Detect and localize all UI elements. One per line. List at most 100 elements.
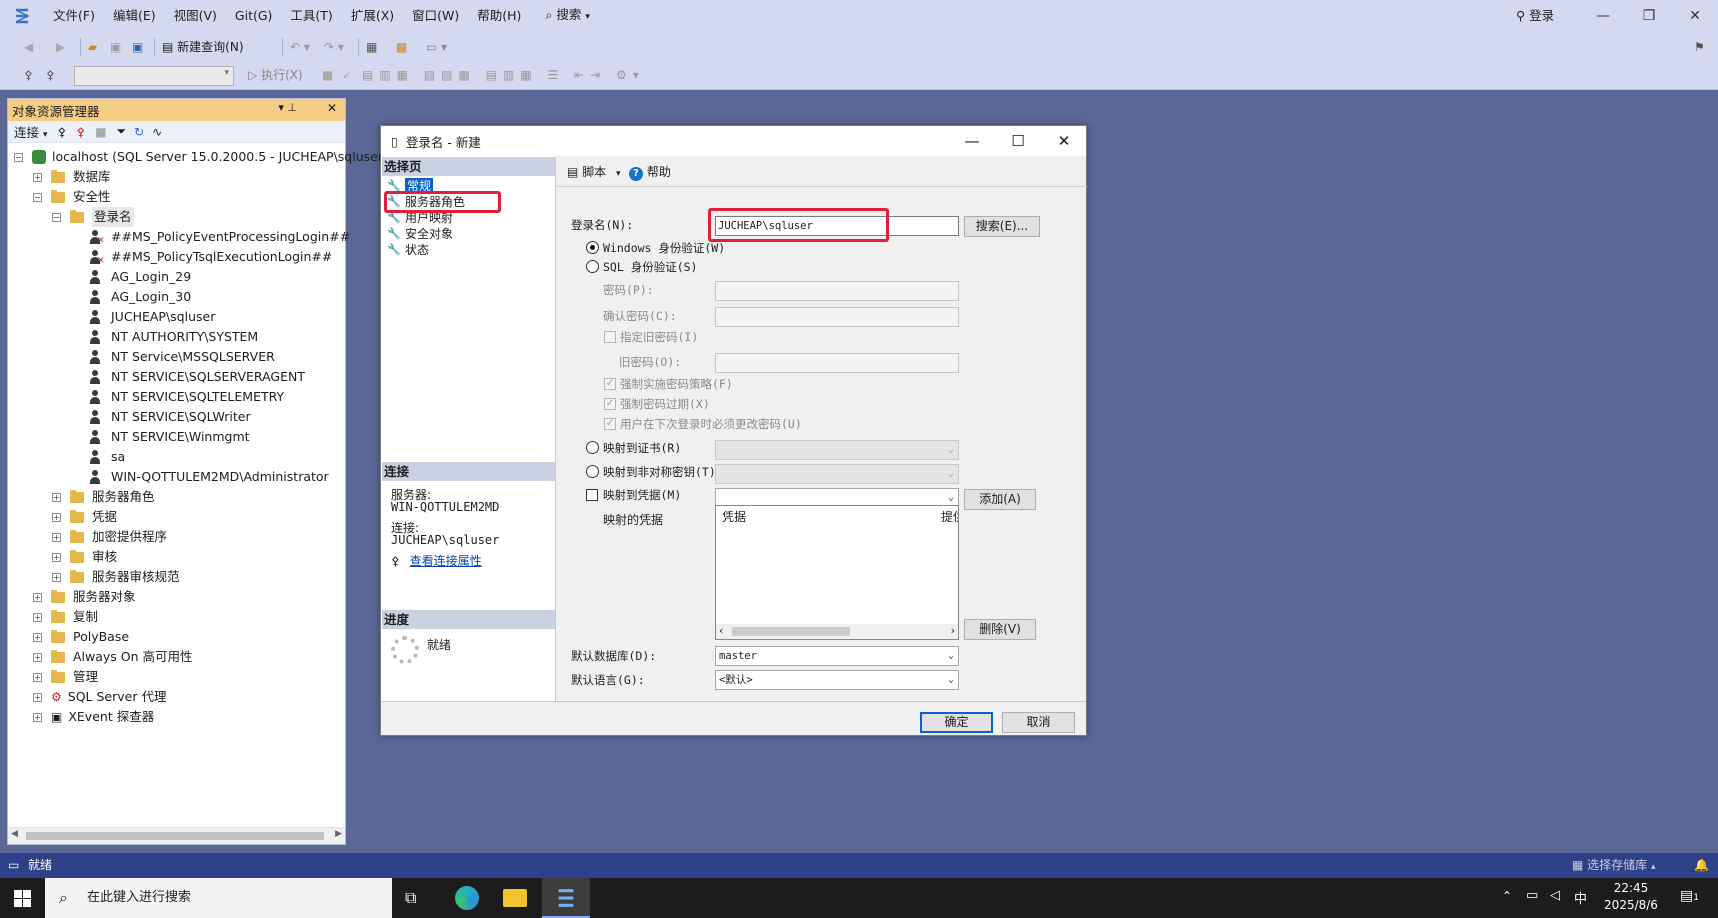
query-tools-icons[interactable]: ▤▥▦ ▧▨▩ ▤▥▦ ☰ ⇤⇥ ⚙▾ <box>362 66 645 84</box>
tree-node-server-roles[interactable]: + 服务器角色 <box>52 487 155 507</box>
expand-icon[interactable]: + <box>33 672 42 682</box>
activity-monitor-icon[interactable]: ▦ <box>366 38 377 56</box>
login-item[interactable]: WIN-QOTTULEM2MD\Administrator <box>89 467 329 487</box>
scroll-right-icon[interactable]: › <box>951 624 955 637</box>
select-repository-button[interactable]: ▦ 选择存储库 ▴ <box>1572 853 1656 880</box>
expand-icon[interactable]: + <box>52 572 61 582</box>
undo-icon[interactable]: ↶ ▾ <box>290 38 310 56</box>
login-item[interactable]: ✕ ##MS_PolicyTsqlExecutionLogin## <box>89 247 332 267</box>
remove-credential-button[interactable]: 删除(V) <box>964 619 1036 640</box>
map-credential-checkbox[interactable] <box>586 489 598 501</box>
windows-start-icon[interactable] <box>14 890 31 907</box>
search-button[interactable]: 搜索(E)... <box>964 216 1040 237</box>
tree-node-databases[interactable]: + 数据库 <box>33 167 111 187</box>
action-center-icon[interactable]: ▤1 <box>1680 888 1699 904</box>
minimize-button[interactable]: — <box>1580 0 1626 32</box>
menu-window[interactable]: 窗口(W) <box>403 0 468 32</box>
ok-button[interactable]: 确定 <box>920 712 993 733</box>
parse-icon[interactable]: ✓ <box>342 66 352 84</box>
must-change-checkbox[interactable]: ✓ <box>604 418 616 430</box>
collapse-icon[interactable]: − <box>33 192 42 202</box>
page-status[interactable]: 🔧 状态 <box>387 242 429 258</box>
password-input[interactable] <box>715 281 959 301</box>
confirm-password-input[interactable] <box>715 307 959 327</box>
activity-icon[interactable]: ∿ <box>152 125 162 139</box>
expand-icon[interactable]: + <box>33 652 42 662</box>
help-button[interactable]: ? 帮助 <box>629 163 671 181</box>
save-icon[interactable]: ▣ <box>110 38 121 56</box>
ime-indicator[interactable]: 中 <box>1574 888 1587 907</box>
login-item[interactable]: AG_Login_30 <box>89 287 191 307</box>
tray-chevron-icon[interactable]: ⌃ <box>1502 889 1512 903</box>
asymmetric-key-dropdown[interactable]: ⌄ <box>715 464 959 484</box>
volume-icon[interactable]: ◁ <box>1550 888 1560 903</box>
list-horizontal-scrollbar[interactable]: ‹ › <box>716 624 958 639</box>
restore-button[interactable]: ❐ <box>1626 0 1672 32</box>
expand-icon[interactable]: + <box>33 172 42 182</box>
map-certificate-radio[interactable] <box>586 441 599 454</box>
task-view-icon[interactable]: ⧉ <box>405 888 416 908</box>
expand-icon[interactable]: + <box>33 612 42 622</box>
tree-node-polybase[interactable]: + PolyBase <box>33 627 129 647</box>
connect-icon[interactable]: ⚴ <box>58 125 67 139</box>
connect-dropdown[interactable]: 连接 ▾ <box>14 122 48 141</box>
pin-icon[interactable]: ▾ ⊥ <box>278 101 297 114</box>
open-file-icon[interactable]: ▰ <box>88 38 97 56</box>
login-item[interactable]: JUCHEAP\sqluser <box>89 307 215 327</box>
tree-node-always-on[interactable]: + Always On 高可用性 <box>33 647 193 667</box>
feedback-icon[interactable]: ⚑ <box>1694 38 1705 56</box>
add-credential-button[interactable]: 添加(A) <box>964 489 1036 510</box>
tree-node-management[interactable]: + 管理 <box>33 667 98 687</box>
specify-old-password-checkbox[interactable] <box>604 331 616 343</box>
close-panel-icon[interactable]: ✕ <box>327 101 337 115</box>
filter-icon[interactable]: ⏷ <box>116 124 126 139</box>
collapse-icon[interactable]: − <box>52 212 61 222</box>
expand-icon[interactable]: + <box>52 512 61 522</box>
close-button[interactable]: ✕ <box>1672 0 1718 32</box>
new-query-button[interactable]: ▤ 新建查询(N) <box>162 38 244 56</box>
cancel-query-icon[interactable]: ■ <box>322 66 333 84</box>
expand-icon[interactable]: + <box>52 492 61 502</box>
stop-icon[interactable]: ■ <box>95 125 106 139</box>
enforce-expiration-checkbox[interactable]: ✓ <box>604 398 616 410</box>
change-connection-icon[interactable]: ⚴ <box>46 66 55 84</box>
connect-icon[interactable]: ⚴ <box>24 66 33 84</box>
registered-servers-icon[interactable]: ▩ <box>396 38 407 56</box>
login-item[interactable]: NT SERVICE\SQLTELEMETRY <box>89 387 284 407</box>
sql-auth-radio[interactable] <box>586 260 599 273</box>
tree-node-server-audit-specs[interactable]: + 服务器审核规范 <box>52 567 180 587</box>
tree-node-credentials[interactable]: + 凭据 <box>52 507 117 527</box>
execute-button[interactable]: ▷ 执行(X) <box>248 66 303 84</box>
dialog-minimize-button[interactable]: — <box>949 126 995 156</box>
tree-node-security[interactable]: − 安全性 <box>33 187 111 207</box>
tree-node-sql-agent[interactable]: + ⚙ SQL Server 代理 <box>33 687 166 707</box>
old-password-input[interactable] <box>715 353 959 373</box>
tree-node-crypto-providers[interactable]: + 加密提供程序 <box>52 527 167 547</box>
tree-node-xevent-profiler[interactable]: + ▣ XEvent 探查器 <box>33 707 154 727</box>
search-menu[interactable]: ⌕ 搜索 ▾ <box>536 0 599 33</box>
refresh-icon[interactable]: ↻ <box>134 125 144 139</box>
ssms-taskbar-icon[interactable] <box>542 878 590 918</box>
dialog-close-button[interactable]: ✕ <box>1041 126 1087 156</box>
file-explorer-icon[interactable] <box>503 889 527 907</box>
tree-node-logins[interactable]: − 登录名 <box>52 207 134 227</box>
tree-node-server[interactable]: − localhost (SQL Server 15.0.2000.5 - JU… <box>14 147 383 167</box>
taskbar-search-box[interactable]: ⌕ 在此键入进行搜索 <box>45 878 392 918</box>
menu-file[interactable]: 文件(F) <box>44 0 104 32</box>
expand-icon[interactable]: + <box>33 692 42 702</box>
scrollbar-thumb[interactable] <box>732 627 850 636</box>
edge-icon[interactable] <box>455 886 479 910</box>
scroll-left-icon[interactable]: ‹ <box>719 624 723 637</box>
login-item[interactable]: NT Service\MSSQLSERVER <box>89 347 275 367</box>
menu-tools[interactable]: 工具(T) <box>281 0 341 32</box>
menu-git[interactable]: Git(G) <box>226 0 282 32</box>
login-item[interactable]: sa <box>89 447 125 467</box>
login-item[interactable]: NT AUTHORITY\SYSTEM <box>89 327 258 347</box>
notification-bell-icon[interactable]: 🔔 <box>1694 853 1709 878</box>
tree-node-replication[interactable]: + 复制 <box>33 607 98 627</box>
layout-icon[interactable]: ▭ ▾ <box>426 38 447 56</box>
menu-view[interactable]: 视图(V) <box>165 0 226 32</box>
database-selector[interactable]: ▾ <box>74 66 234 86</box>
login-item[interactable]: AG_Login_29 <box>89 267 191 287</box>
redo-icon[interactable]: ↷ ▾ <box>324 38 344 56</box>
